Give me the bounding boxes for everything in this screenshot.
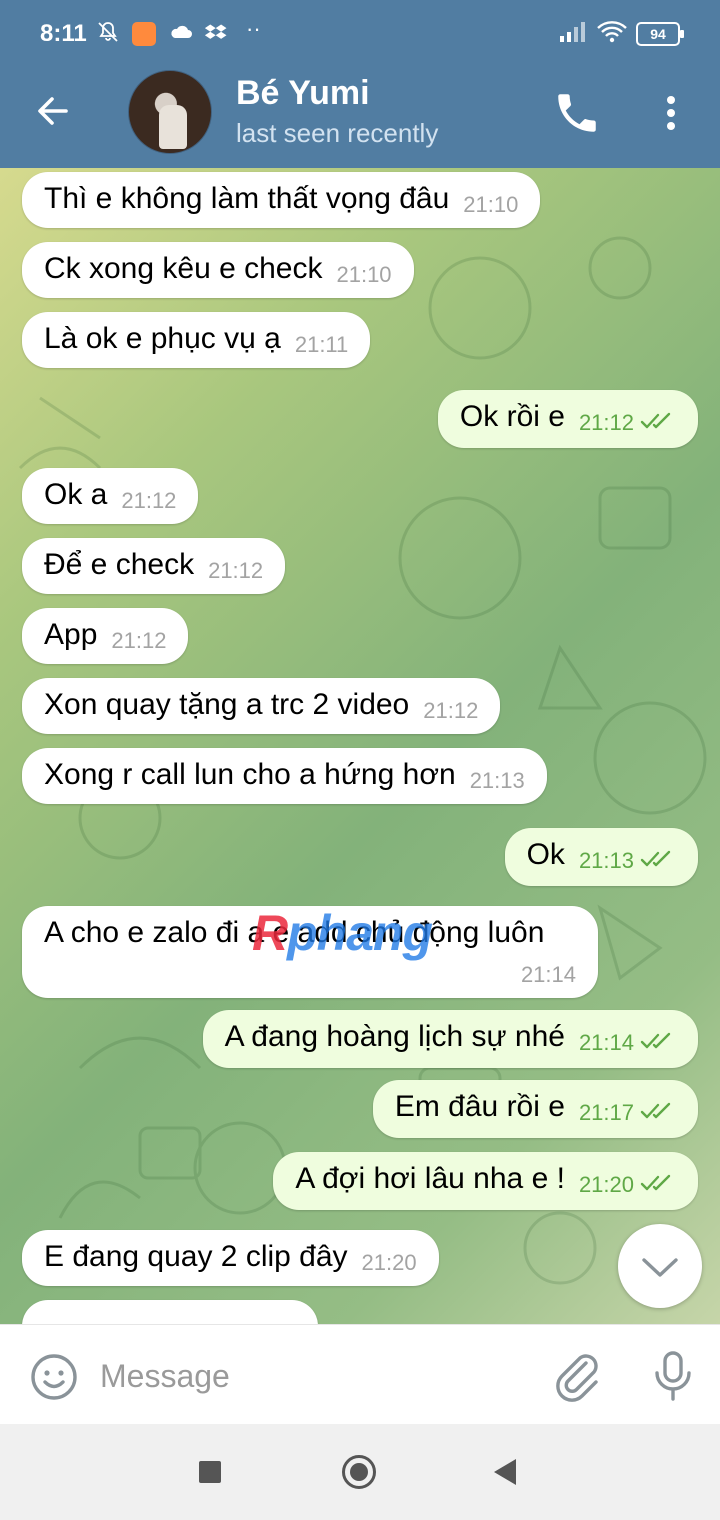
message-text: Ok a [44,478,108,511]
cloud-icon [168,20,194,50]
chat-messages[interactable]: Thì e không làm thất vọng đâu 21:10 Ck xon… [0,168,720,1324]
more-options-button[interactable] [656,88,686,138]
message-text: Thì e không làm thất vọng đâu [44,182,450,215]
outgoing-message[interactable]: Ok 21:13 [504,828,698,886]
message-time: 21:12 [208,558,264,583]
outgoing-message[interactable]: Em đâu rồi e 21:17 [372,1080,698,1138]
chat-header: 8:11 ·· 94 Bé Yumi last seen recently [0,0,720,168]
avatar-figure [159,105,187,149]
contact-avatar[interactable] [128,70,212,154]
contact-status: last seen recently [236,118,439,148]
mute-bell-icon [96,20,120,50]
message-time: 21:12 [121,488,177,513]
message-input-bar [0,1324,720,1424]
incoming-message[interactable]: Xon quay tặng a trc 2 video 21:12 [22,678,501,734]
message-text: Ck xong kêu e check [44,252,323,285]
system-back-button[interactable] [494,1459,516,1485]
read-receipt-icon [640,404,676,438]
partial-message[interactable] [22,1300,318,1324]
system-nav-bar [0,1424,720,1520]
incoming-message[interactable]: Xong r call lun cho a hứng hơn 21:13 [22,748,547,804]
recent-apps-button[interactable] [199,1461,221,1483]
back-button[interactable] [30,88,80,134]
message-time: 21:12 [578,410,634,435]
message-input[interactable] [100,1349,520,1403]
chevron-down-icon [642,1258,678,1277]
message-text: A đang hoàng lịch sự nhé [224,1020,565,1053]
read-receipt-icon [640,842,676,876]
incoming-message[interactable]: Thì e không làm thất vọng đâu 21:10 [22,172,541,228]
outgoing-message[interactable]: A đợi hơi lâu nha e ! 21:20 [273,1152,698,1210]
message-text: App [44,618,98,651]
watermark-r: R [252,905,288,961]
read-receipt-icon [640,1166,676,1200]
message-time: 21:13 [578,848,634,873]
status-bar: 8:11 ·· 94 [0,0,720,70]
status-time: 8:11 [40,20,87,47]
paperclip-icon [556,1354,598,1402]
message-time: 21:20 [361,1250,417,1275]
call-button[interactable] [552,88,602,138]
smiley-icon [31,1354,77,1400]
message-text: E đang quay 2 clip đây [44,1240,348,1273]
more-dots-icon: ·· [246,16,261,41]
message-time: 21:10 [336,262,392,287]
message-text: Ok [526,838,565,871]
emoji-button[interactable] [30,1353,78,1401]
message-text: A đợi hơi lâu nha e ! [295,1162,565,1195]
message-time: 21:14 [520,962,576,987]
incoming-message[interactable]: Là ok e phục vụ ạ 21:11 [22,312,371,368]
incoming-message[interactable]: Ck xong kêu e check 21:10 [22,242,414,298]
message-text: Ok rồi e [459,400,565,433]
outgoing-message[interactable]: A đang hoàng lịch sự nhé 21:14 [202,1010,698,1068]
message-text: Xon quay tặng a trc 2 video [44,688,410,721]
incoming-message[interactable]: E đang quay 2 clip đây 21:20 [22,1230,439,1286]
outgoing-message[interactable]: Ok rồi e 21:12 [437,390,698,448]
message-time: 21:17 [578,1100,634,1125]
message-time: 21:10 [463,192,519,217]
incoming-message[interactable]: App 21:12 [22,608,189,664]
message-time: 21:12 [111,628,167,653]
signal-icon [558,20,588,50]
microphone-icon [655,1351,691,1401]
message-time: 21:14 [578,1030,634,1055]
microphone-button[interactable] [648,1349,698,1403]
dropbox-icon [204,20,228,50]
dot-2 [667,109,675,117]
attach-button[interactable] [552,1349,602,1403]
contact-name[interactable]: Bé Yumi [236,74,370,113]
message-text: Em đâu rồi e [394,1090,565,1123]
watermark-text: phang [287,905,433,961]
message-time: 21:20 [578,1172,634,1197]
incoming-message[interactable]: Ok a 21:12 [22,468,199,524]
dot-3 [667,122,675,130]
read-receipt-icon [640,1024,676,1058]
battery-icon: 94 [636,22,684,46]
message-time: 21:11 [294,332,349,357]
message-time: 21:12 [423,698,479,723]
home-button[interactable] [342,1455,376,1489]
dot-1 [667,96,675,104]
message-text: Là ok e phục vụ ạ [44,322,281,355]
watermark-logo: Rphang [252,904,433,962]
message-text: Xong r call lun cho a hứng hơn [44,758,456,791]
wifi-icon [596,20,628,50]
incoming-message[interactable]: Để e check 21:12 [22,538,286,594]
read-receipt-icon [640,1094,676,1128]
scroll-down-button[interactable] [618,1224,702,1308]
message-time: 21:13 [469,768,525,793]
message-text: Để e check [44,548,195,581]
app-notification-icon [132,22,156,46]
